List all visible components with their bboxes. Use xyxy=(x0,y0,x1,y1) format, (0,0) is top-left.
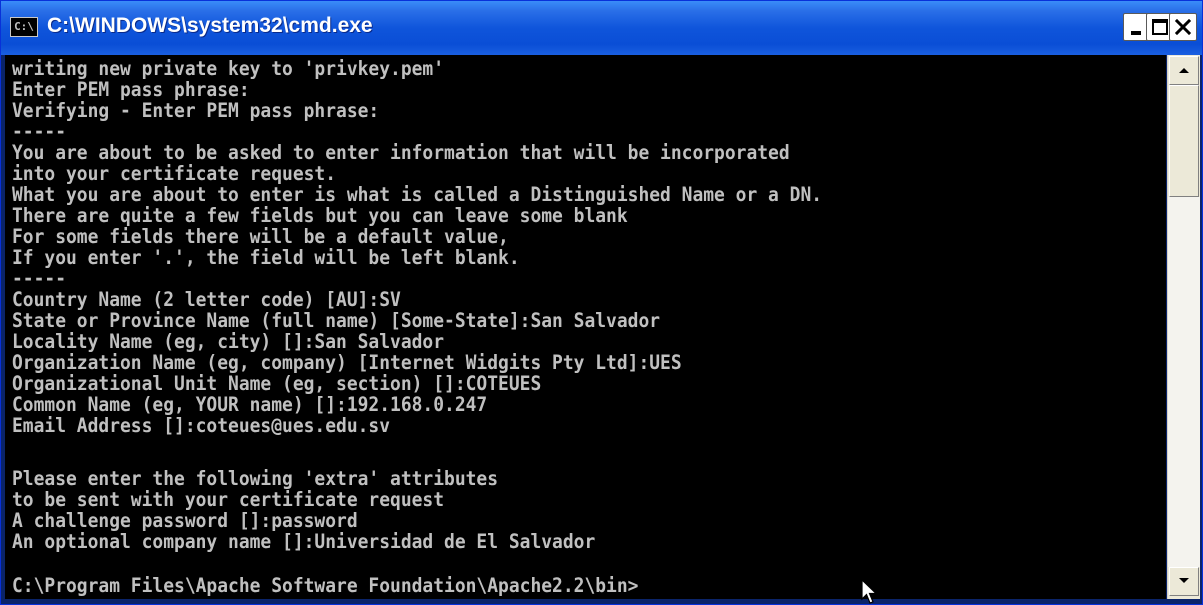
console-line: ----- xyxy=(12,120,67,143)
console-line: writing new private key to 'privkey.pem' xyxy=(12,57,445,80)
console-line: A challenge password []:password xyxy=(12,509,358,532)
arrow-down-icon xyxy=(1179,578,1189,583)
close-button[interactable] xyxy=(1169,13,1197,41)
scrollbar-thumb[interactable] xyxy=(1169,85,1199,197)
arrow-up-icon xyxy=(1179,68,1189,73)
console-line: If you enter '.', the field will be left… xyxy=(12,246,520,269)
title-bar[interactable]: C:\ C:\WINDOWS\system32\cmd.exe xyxy=(1,1,1202,55)
close-icon xyxy=(1175,19,1191,35)
console-line: For some fields there will be a default … xyxy=(12,225,509,248)
console-line: Verifying - Enter PEM pass phrase: xyxy=(12,99,380,122)
console-output[interactable]: writing new private key to 'privkey.pem'… xyxy=(5,55,1166,599)
window-title: C:\WINDOWS\system32\cmd.exe xyxy=(47,14,373,37)
cmd-window: C:\ C:\WINDOWS\system32\cmd.exe writing … xyxy=(0,0,1203,605)
cmd-icon[interactable]: C:\ xyxy=(10,17,38,37)
console-line: Common Name (eg, YOUR name) []:192.168.0… xyxy=(12,393,488,416)
scroll-down-button[interactable] xyxy=(1169,567,1199,596)
scroll-up-button[interactable] xyxy=(1169,56,1199,85)
console-line: Organizational Unit Name (eg, section) [… xyxy=(12,372,542,395)
maximize-icon xyxy=(1152,19,1168,35)
console-line: to be sent with your certificate request xyxy=(12,488,445,511)
console-line: Locality Name (eg, city) []:San Salvador xyxy=(12,330,445,353)
console-prompt: C:\Program Files\Apache Software Foundat… xyxy=(12,574,639,597)
console-line: Organization Name (eg, company) [Interne… xyxy=(12,351,682,374)
console-line: Country Name (2 letter code) [AU]:SV xyxy=(12,288,401,311)
vertical-scrollbar[interactable] xyxy=(1167,55,1200,599)
console-line: Enter PEM pass phrase: xyxy=(12,78,250,101)
console-line: Email Address []:coteues@ues.edu.sv xyxy=(12,414,391,437)
console-line: into your certificate request. xyxy=(12,162,337,185)
scrollbar-track[interactable] xyxy=(1168,197,1200,567)
console-line: State or Province Name (full name) [Some… xyxy=(12,309,661,332)
minimize-icon xyxy=(1131,31,1141,35)
console-line: There are quite a few fields but you can… xyxy=(12,204,628,227)
console-line: You are about to be asked to enter infor… xyxy=(12,141,790,164)
console-line: What you are about to enter is what is c… xyxy=(12,183,823,206)
console-line: An optional company name []:Universidad … xyxy=(12,530,596,553)
console-line: Please enter the following 'extra' attri… xyxy=(12,467,499,490)
mouse-pointer-icon xyxy=(861,579,878,604)
console-line: ----- xyxy=(12,267,67,290)
